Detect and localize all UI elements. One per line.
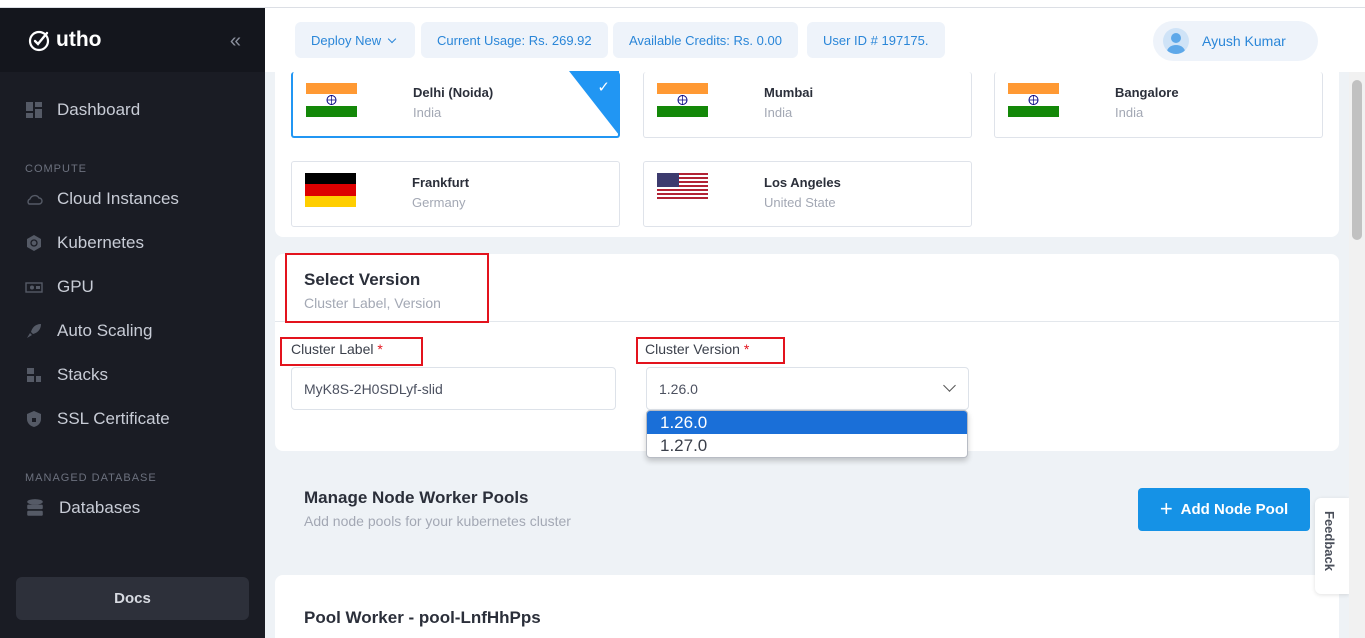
section-label-compute: COMPUTE [25, 163, 87, 175]
sidebar-item-stacks[interactable]: Stacks [25, 365, 108, 385]
cluster-label-value: MyK8S-2H0SDLyf-slid [304, 380, 443, 397]
plus-icon: + [1159, 495, 1173, 521]
add-node-pool-button[interactable]: + Add Node Pool [1138, 488, 1310, 531]
logo-check-icon [28, 30, 50, 52]
sidebar-item-label: Dashboard [57, 100, 141, 119]
gpu-icon [25, 282, 43, 293]
sidebar-item-label: Kubernetes [57, 233, 144, 252]
sidebar-item-label: Auto Scaling [57, 321, 153, 340]
check-icon: ✓ [597, 79, 610, 96]
sidebar-item-ssl-certificate[interactable]: SSL Certificate [25, 409, 170, 429]
sidebar-item-gpu[interactable]: GPU [25, 277, 94, 297]
chevron-down-icon [387, 34, 397, 43]
sidebar-item-label: Stacks [57, 365, 109, 384]
cluster-version-dropdown: 1.26.0 1.27.0 [646, 410, 968, 458]
location-option-los-angeles[interactable]: Los Angeles United State [643, 161, 972, 227]
location-option-frankfurt[interactable]: Frankfurt Germany [291, 161, 620, 227]
germany-flag-icon [305, 173, 356, 207]
highlight-box-cluster-label [280, 337, 423, 366]
node-pools-heading: Manage Node Worker Pools Add node pools … [304, 488, 571, 529]
feedback-tab[interactable]: Feedback [1315, 498, 1349, 594]
location-country: India [764, 105, 793, 120]
location-name: Los Angeles [764, 175, 841, 190]
sidebar-item-auto-scaling[interactable]: Auto Scaling [25, 321, 152, 341]
india-flag-icon [306, 83, 357, 117]
dashboard-icon [26, 102, 42, 118]
deploy-new-label: Deploy New [311, 32, 382, 48]
sidebar-item-cloud-instances[interactable]: Cloud Instances [25, 189, 179, 209]
section-title: Manage Node Worker Pools [304, 488, 529, 507]
cluster-label-input[interactable]: MyK8S-2H0SDLyf-slid [291, 367, 616, 410]
kubernetes-icon [27, 235, 41, 251]
location-option-delhi[interactable]: Delhi (Noida) India ✓ [291, 71, 620, 138]
deploy-new-dropdown[interactable]: Deploy New [295, 22, 415, 58]
selected-corner [569, 71, 619, 135]
sidebar-item-label: Cloud Instances [57, 189, 179, 208]
shield-icon [27, 411, 41, 427]
pool-title: Pool Worker - pool-LnfHhPps [304, 608, 541, 627]
highlight-box-heading [285, 253, 489, 323]
user-id-chip[interactable]: User ID # 197175. [807, 22, 945, 58]
location-country: India [413, 105, 442, 120]
location-country: United State [764, 195, 836, 210]
sidebar-item-dashboard[interactable]: Dashboard [25, 100, 140, 120]
add-node-pool-label: Add Node Pool [1180, 501, 1289, 518]
scrollbar-thumb[interactable] [1352, 80, 1362, 240]
location-option-bangalore[interactable]: Bangalore India [994, 72, 1323, 138]
current-usage-chip[interactable]: Current Usage: Rs. 269.92 [421, 22, 608, 58]
location-name: Delhi (Noida) [413, 85, 494, 100]
sidebar: utho « Dashboard COMPUTE Cloud Instances… [0, 8, 265, 638]
chevron-down-icon [943, 379, 956, 392]
browser-top-strip [0, 0, 1365, 8]
sidebar-item-label: SSL Certificate [57, 409, 170, 428]
page-scrollbar[interactable] [1349, 72, 1365, 638]
section-subtitle: Add node pools for your kubernetes clust… [304, 513, 571, 529]
sidebar-item-label: Databases [59, 498, 141, 517]
available-credits-chip[interactable]: Available Credits: Rs. 0.00 [613, 22, 798, 58]
user-menu[interactable]: Ayush Kumar [1153, 21, 1318, 61]
sidebar-item-label: GPU [57, 277, 94, 296]
sidebar-item-databases[interactable]: Databases [25, 498, 140, 518]
stacks-icon [27, 368, 41, 382]
location-name: Frankfurt [412, 175, 470, 190]
app-name: utho [56, 28, 102, 51]
india-flag-icon [657, 83, 708, 117]
cluster-version-select[interactable]: 1.26.0 [646, 367, 969, 410]
collapse-sidebar-icon[interactable]: « [230, 30, 241, 53]
cloud-icon [27, 194, 43, 205]
highlight-box-cluster-version [636, 337, 785, 364]
location-country: Germany [412, 195, 466, 210]
location-country: India [1115, 105, 1144, 120]
brand-bar: utho « [0, 8, 265, 72]
rocket-icon [27, 324, 41, 338]
docs-button[interactable]: Docs [16, 577, 249, 620]
app-logo[interactable]: utho [28, 28, 101, 52]
user-name: Ayush Kumar [1202, 33, 1286, 49]
version-option[interactable]: 1.27.0 [647, 434, 967, 457]
database-icon [27, 499, 43, 516]
cluster-version-value: 1.26.0 [659, 380, 698, 397]
india-flag-icon [1008, 83, 1059, 117]
avatar [1163, 28, 1189, 54]
feedback-label: Feedback [1322, 511, 1337, 571]
location-name: Bangalore [1115, 85, 1179, 100]
location-option-mumbai[interactable]: Mumbai India [643, 72, 972, 138]
sidebar-item-kubernetes[interactable]: Kubernetes [25, 233, 144, 253]
version-option[interactable]: 1.26.0 [647, 411, 967, 434]
top-header: Deploy New Current Usage: Rs. 269.92 Ava… [265, 8, 1365, 72]
pool-worker-card: Pool Worker - pool-LnfHhPps [275, 575, 1339, 638]
location-name: Mumbai [764, 85, 814, 100]
usa-flag-icon [657, 173, 708, 200]
section-label-managed-database: MANAGED DATABASE [25, 472, 157, 484]
